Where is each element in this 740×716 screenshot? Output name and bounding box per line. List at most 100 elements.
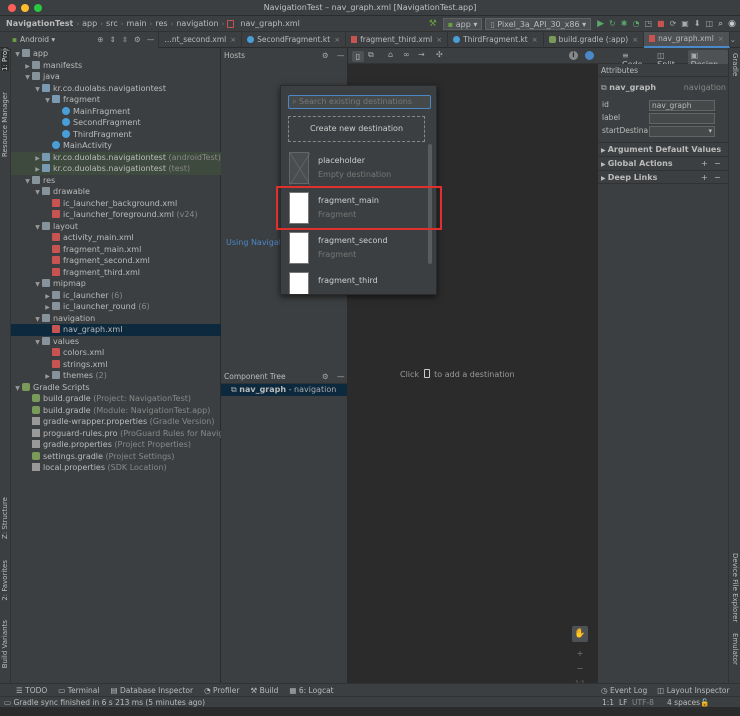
- nested-graph-icon[interactable]: ⧉: [368, 50, 374, 60]
- destination-item-fragment-third[interactable]: fragment_third: [289, 270, 429, 294]
- hide-panel-icon[interactable]: —: [337, 48, 345, 64]
- build-variants-tool-button[interactable]: Build Variants: [1, 620, 9, 668]
- attach-debugger-icon[interactable]: ◳: [644, 19, 652, 28]
- layout-inspector-icon[interactable]: ◫: [706, 19, 714, 28]
- tree-item[interactable]: strings.xml: [11, 359, 221, 371]
- chevron-down-icon[interactable]: ⌄: [730, 35, 736, 44]
- tree-item[interactable]: nav_graph.xml: [11, 324, 221, 336]
- tree-item[interactable]: ▼ drawable: [11, 186, 221, 198]
- gear-icon[interactable]: ⚙: [322, 48, 329, 64]
- tree-item[interactable]: ▶ ic_launcher_round (6): [11, 301, 221, 313]
- info-icon[interactable]: i: [569, 51, 578, 60]
- todo-tool-button[interactable]: ☰ TODO: [16, 686, 47, 695]
- tree-item[interactable]: fragment_second.xml: [11, 255, 221, 267]
- collapse-all-icon[interactable]: ⇳: [122, 35, 128, 44]
- destination-search-input[interactable]: ⌕ Search existing destinations: [288, 95, 431, 109]
- sdk-manager-icon[interactable]: ⬇: [694, 19, 701, 28]
- start-destination-select[interactable]: ▾: [649, 126, 715, 137]
- close-icon[interactable]: ×: [718, 35, 724, 43]
- run-icon[interactable]: ▶: [597, 19, 604, 29]
- tree-item[interactable]: fragment_third.xml: [11, 267, 221, 279]
- add-icon[interactable]: +: [701, 171, 708, 185]
- close-icon[interactable]: ×: [632, 36, 638, 44]
- project-view-select[interactable]: Android ▾: [20, 35, 55, 44]
- tree-item[interactable]: gradle.properties (Project Properties): [11, 439, 221, 451]
- deep-link-icon[interactable]: ∞: [403, 50, 410, 59]
- tab-fragment-second-xml[interactable]: …nt_second.xml ×: [159, 31, 243, 48]
- apply-changes-icon[interactable]: ↻: [609, 19, 616, 28]
- tree-item[interactable]: ▼ kr.co.duolabs.navigationtest: [11, 83, 221, 95]
- terminal-tool-button[interactable]: ▭ Terminal: [58, 686, 99, 695]
- hide-panel-icon[interactable]: —: [147, 35, 155, 44]
- ide-update-icon[interactable]: ◉: [728, 19, 736, 29]
- device-select[interactable]: ▯ Pixel_3a_API_30_x86 ▾: [485, 17, 592, 30]
- tree-item[interactable]: ▼ app: [11, 48, 221, 60]
- window-controls[interactable]: [8, 4, 42, 12]
- tree-item[interactable]: build.gradle (Project: NavigationTest): [11, 393, 221, 405]
- destination-item-fragment-second[interactable]: fragment_second Fragment: [289, 230, 429, 266]
- minimize-window-button[interactable]: [21, 4, 29, 12]
- caret-position[interactable]: 1:1: [602, 697, 614, 709]
- label-field[interactable]: [649, 113, 715, 124]
- line-separator[interactable]: LF: [619, 697, 628, 709]
- breadcrumb-main[interactable]: main: [124, 19, 150, 28]
- close-icon[interactable]: ×: [436, 36, 442, 44]
- tree-item[interactable]: proguard-rules.pro (ProGuard Rules for N…: [11, 428, 232, 440]
- tree-item[interactable]: ▶ themes (2): [11, 370, 221, 382]
- search-icon[interactable]: ⌕: [718, 19, 723, 29]
- database-inspector-tool-button[interactable]: ▤ Database Inspector: [110, 686, 193, 695]
- tab-fragment-third-xml[interactable]: fragment_third.xml ×: [346, 31, 449, 48]
- section-deep-links[interactable]: ▶ Deep Links + −: [598, 170, 729, 184]
- remove-icon[interactable]: −: [714, 157, 721, 171]
- tree-item[interactable]: ▼ navigation: [11, 313, 221, 325]
- breadcrumb-src[interactable]: src: [103, 19, 121, 28]
- tree-item[interactable]: settings.gradle (Project Settings): [11, 451, 221, 463]
- sync-icon[interactable]: ⟳: [670, 19, 677, 28]
- event-log-tool-button[interactable]: ◷ Event Log: [601, 686, 647, 695]
- tree-item[interactable]: ▶ kr.co.duolabs.navigationtest (androidTe…: [11, 151, 221, 163]
- auto-arrange-icon[interactable]: ✣: [436, 50, 443, 59]
- home-icon[interactable]: ⌂: [388, 50, 393, 59]
- zoom-in-icon[interactable]: +: [572, 646, 588, 661]
- tab-third-fragment-kt[interactable]: ThirdFragment.kt ×: [448, 31, 544, 48]
- remove-icon[interactable]: −: [714, 171, 721, 185]
- tree-item[interactable]: MainFragment: [11, 106, 221, 118]
- emulator-tool-button[interactable]: Emulator: [731, 633, 739, 665]
- favorites-tool-button[interactable]: 2: Favorites: [1, 560, 9, 601]
- tree-item[interactable]: ▼ layout: [11, 221, 221, 233]
- section-argument-default-values[interactable]: ▶ Argument Default Values: [598, 142, 729, 156]
- gradle-tool-button[interactable]: Gradle: [731, 53, 739, 76]
- run-config-select[interactable]: ▪ app ▾: [442, 17, 483, 30]
- section-global-actions[interactable]: ▶ Global Actions + −: [598, 156, 729, 170]
- tree-item[interactable]: ▼ res: [11, 175, 221, 187]
- logcat-tool-button[interactable]: ▦ 6: Logcat: [289, 686, 333, 695]
- using-navigation-link[interactable]: Using Navigat: [226, 238, 282, 247]
- tree-item[interactable]: ic_launcher_foreground.xml (v24): [11, 209, 221, 221]
- breadcrumb-project[interactable]: NavigationTest: [0, 19, 76, 28]
- layout-inspector-tool-button[interactable]: ◫ Layout Inspector: [657, 686, 729, 695]
- expand-all-icon[interactable]: ⇕: [110, 35, 116, 44]
- close-icon[interactable]: ×: [230, 36, 236, 44]
- issues-icon[interactable]: [585, 51, 594, 60]
- hammer-icon[interactable]: ⚒: [429, 19, 437, 29]
- breadcrumb-navigation[interactable]: navigation: [173, 19, 221, 28]
- tree-item[interactable]: gradle-wrapper.properties (Gradle Versio…: [11, 416, 221, 428]
- structure-tool-button[interactable]: Z: Structure: [1, 497, 9, 539]
- debug-icon[interactable]: ✱: [621, 19, 628, 28]
- close-icon[interactable]: ×: [532, 36, 538, 44]
- tree-item[interactable]: ▼ fragment: [11, 94, 221, 106]
- resource-manager-tool-button[interactable]: Resource Manager: [1, 92, 9, 157]
- add-action-icon[interactable]: →: [418, 50, 425, 59]
- device-file-explorer-tool-button[interactable]: Device File Explorer: [731, 553, 739, 622]
- close-window-button[interactable]: [8, 4, 16, 12]
- locate-file-icon[interactable]: ⊕: [97, 35, 103, 44]
- breadcrumb-app[interactable]: app: [79, 19, 100, 28]
- tree-item[interactable]: local.properties (SDK Location): [11, 462, 221, 474]
- component-tree-item[interactable]: ⧉ nav_graph - navigation: [221, 384, 347, 396]
- tree-item[interactable]: SecondFragment: [11, 117, 221, 129]
- tree-item[interactable]: MainActivity: [11, 140, 221, 152]
- tree-item[interactable]: ThirdFragment: [11, 129, 221, 141]
- tree-item[interactable]: activity_main.xml: [11, 232, 221, 244]
- stop-icon[interactable]: ■: [657, 19, 665, 28]
- lock-icon[interactable]: 🔓: [700, 697, 709, 709]
